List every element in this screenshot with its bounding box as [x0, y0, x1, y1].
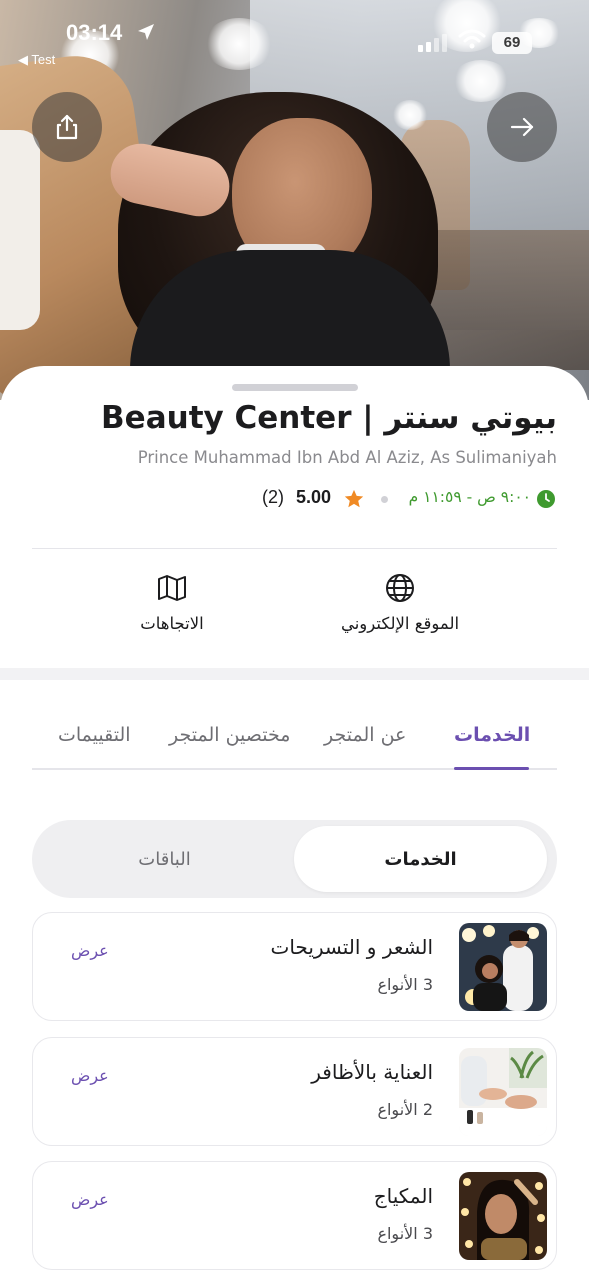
globe-icon [386, 574, 414, 602]
ceiling-light [392, 100, 428, 130]
service-count: 2 الأنواع [377, 1100, 433, 1119]
services-packages-toggle: الخدمات الباقات [32, 820, 557, 898]
store-tabs: الخدمات عن المتجر مختصين المتجر التقييما… [32, 716, 557, 770]
tab-services[interactable]: الخدمات [454, 724, 530, 746]
rating-value: 5.00 [296, 487, 332, 507]
store-meta-row: ٩:٠٠ ص - ١١:٥٩ م 5.00 (2) [0, 484, 589, 514]
status-bar: 03:14 ◀ Test 69 [0, 0, 589, 70]
separator-dot [381, 496, 388, 503]
star-icon [344, 489, 364, 508]
website-button[interactable]: الموقع الإلكتروني [310, 572, 490, 652]
store-sheet: بيوتي سنتر | Beauty Center Prince Muhamm… [0, 366, 589, 1280]
service-card-nails[interactable]: العناية بالأظافر 2 الأنواع عرض [32, 1037, 557, 1146]
reviews-count: (2) [262, 487, 284, 507]
view-button[interactable]: عرض [71, 1190, 109, 1209]
clock-icon [537, 490, 555, 508]
view-button[interactable]: عرض [71, 1066, 109, 1085]
directions-button[interactable]: الاتجاهات [82, 572, 262, 652]
segment-services[interactable]: الخدمات [294, 826, 547, 892]
service-card-hair[interactable]: الشعر و التسريحات 3 الأنواع عرض [32, 912, 557, 1021]
tab-specialists[interactable]: مختصين المتجر [169, 724, 290, 746]
share-icon [56, 114, 78, 140]
nail-care-thumbnail [459, 1048, 547, 1136]
service-name: المكياج [373, 1184, 433, 1208]
view-button[interactable]: عرض [71, 941, 109, 960]
hair-styling-thumbnail [459, 923, 547, 1011]
battery-indicator: 69 [492, 32, 532, 54]
service-count: 3 الأنواع [377, 1224, 433, 1243]
service-name: العناية بالأظافر [311, 1060, 433, 1084]
opening-hours: ٩:٠٠ ص - ١١:٥٩ م [408, 488, 531, 506]
section-separator [0, 668, 589, 680]
divider [32, 548, 557, 549]
service-count: 3 الأنواع [377, 975, 433, 994]
service-name: الشعر و التسريحات [270, 935, 433, 959]
directions-label: الاتجاهات [140, 614, 204, 633]
stylist-shirt [0, 130, 40, 330]
share-button[interactable] [32, 92, 102, 162]
store-address: Prince Muhammad Ibn Abd Al Aziz, As Suli… [137, 448, 557, 467]
status-time: 03:14 [66, 20, 123, 45]
map-icon [158, 575, 186, 601]
store-title: بيوتي سنتر | Beauty Center [101, 400, 557, 436]
back-to-app-link[interactable]: ◀ Test [18, 52, 55, 68]
service-card-makeup[interactable]: المكياج 3 الأنواع عرض [32, 1161, 557, 1270]
tab-reviews[interactable]: التقييمات [58, 724, 131, 746]
segment-packages[interactable]: الباقات [38, 826, 291, 892]
active-tab-indicator [454, 767, 529, 770]
forward-button[interactable] [487, 92, 557, 162]
website-label: الموقع الإلكتروني [340, 614, 460, 633]
arrow-right-icon [510, 117, 534, 137]
tab-about-store[interactable]: عن المتجر [324, 724, 406, 746]
location-arrow-icon [138, 24, 154, 40]
wifi-icon [458, 29, 486, 49]
makeup-thumbnail [459, 1172, 547, 1260]
cellular-signal-icon [418, 34, 447, 52]
sheet-grabber[interactable] [232, 384, 358, 391]
